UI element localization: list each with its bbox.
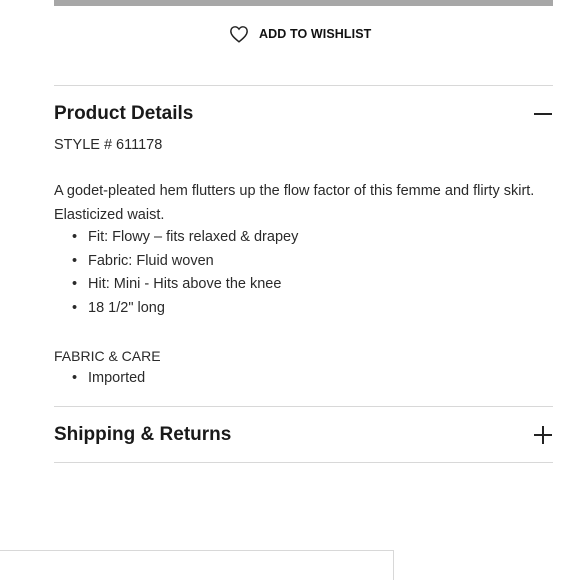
product-details-title: Product Details — [54, 103, 194, 124]
wishlist-label: ADD TO WISHLIST — [259, 27, 372, 41]
shipping-returns-header[interactable]: Shipping & Returns — [54, 421, 553, 449]
add-to-bag-button-edge[interactable] — [54, 0, 553, 6]
list-item: • Fabric: Fluid woven — [72, 252, 214, 269]
product-features-list: • Fit: Flowy – fits relaxed & drapey • Fab… — [72, 226, 298, 320]
minus-icon[interactable] — [533, 104, 553, 124]
list-item: • Hit: Mini - Hits above the knee — [72, 276, 282, 292]
partial-panel — [0, 550, 394, 580]
heart-icon — [229, 25, 249, 43]
plus-icon[interactable] — [533, 425, 553, 445]
product-details-header[interactable]: Product Details — [54, 100, 553, 128]
fabric-care-list: • Imported — [72, 367, 145, 391]
divider — [54, 85, 553, 86]
style-number: STYLE # 611178 — [54, 137, 163, 153]
list-item: • Imported — [72, 370, 146, 386]
list-item: • 18 1/2" long — [72, 299, 165, 316]
add-to-wishlist-button[interactable]: ADD TO WISHLIST — [229, 24, 371, 44]
divider — [54, 462, 553, 463]
product-description: A godet-pleated hem flutters up the flow… — [54, 183, 535, 223]
list-item: • Fit: Flowy – fits relaxed & drapey — [72, 229, 299, 245]
fabric-care-label: FABRIC & CARE — [54, 348, 161, 364]
shipping-returns-title: Shipping & Returns — [54, 424, 232, 445]
product-info-panel: ADD TO WISHLIST Product Details STYLE # … — [0, 0, 580, 580]
divider — [54, 406, 553, 407]
